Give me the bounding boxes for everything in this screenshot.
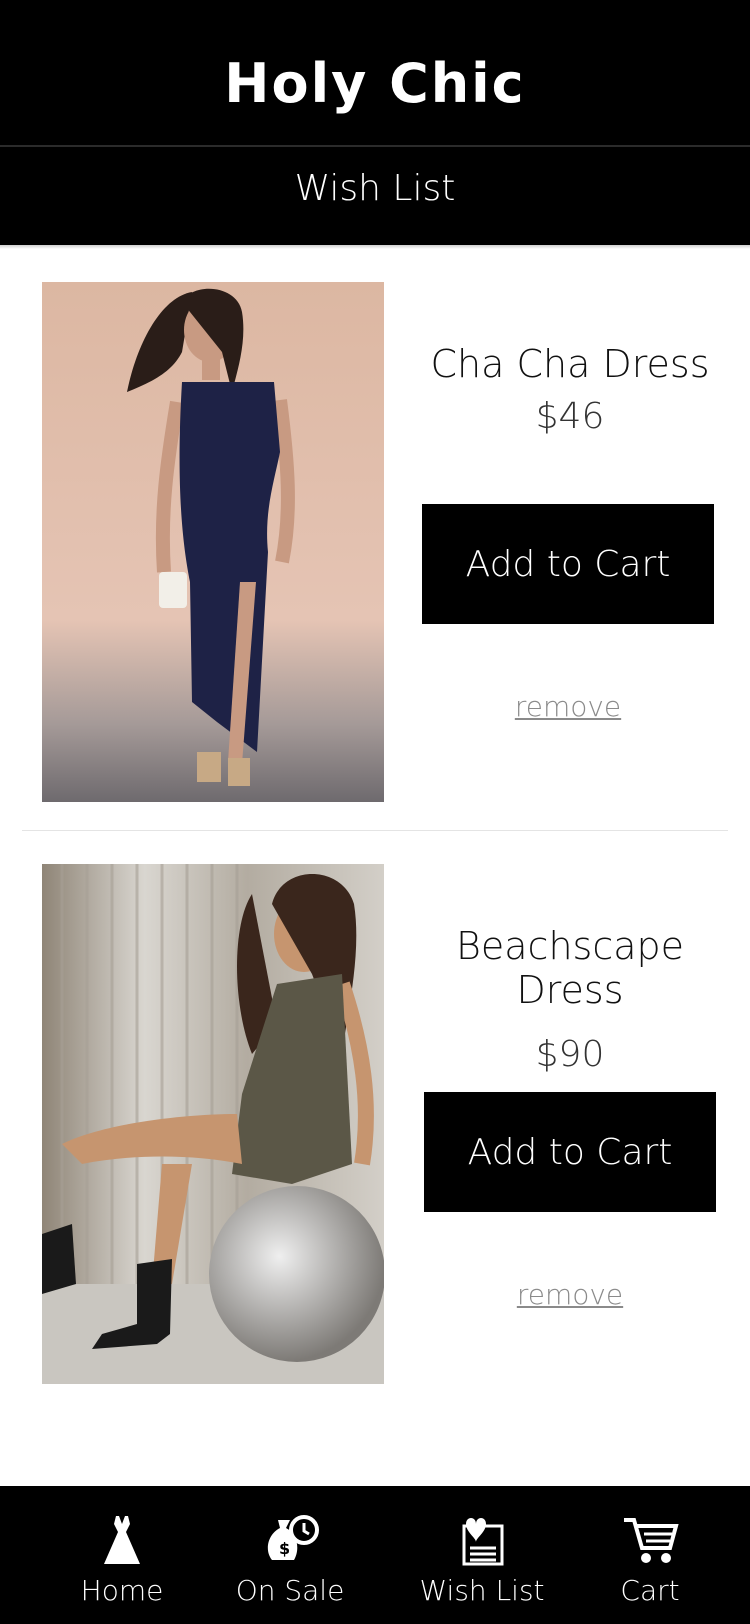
add-to-cart-button[interactable]: Add to Cart	[422, 504, 714, 624]
item-info: Beachscape Dress $90	[400, 924, 740, 1075]
money-bag-clock-icon: $	[267, 1515, 319, 1560]
item-info: Cha Cha Dress $46	[400, 342, 740, 437]
nav-item-wish-list[interactable]: Wish List	[412, 1486, 552, 1624]
add-to-cart-button[interactable]: Add to Cart	[424, 1092, 716, 1212]
nav-item-on-sale[interactable]: $ On Sale	[230, 1486, 350, 1624]
nav-item-cart[interactable]: Cart	[600, 1486, 700, 1624]
beachscape-dress-photo	[42, 864, 384, 1384]
heart-list-icon	[462, 1518, 504, 1566]
nav-label-on-sale: On Sale	[235, 1574, 345, 1607]
nav-label-wish-list: Wish List	[419, 1574, 545, 1607]
item-name[interactable]: Beachscape Dress	[400, 924, 740, 1012]
nav-item-home[interactable]: Home	[62, 1486, 182, 1624]
bottom-nav: Home $ On Sale Wish List Cart	[0, 1486, 750, 1624]
product-image[interactable]	[42, 282, 384, 802]
product-image[interactable]	[42, 864, 384, 1384]
nav-label-cart: Cart	[620, 1574, 680, 1607]
cart-icon	[624, 1518, 679, 1563]
nav-label-home: Home	[80, 1574, 164, 1607]
item-divider	[22, 830, 728, 831]
header-shadow	[0, 245, 750, 249]
page-title: Wish List	[294, 168, 456, 209]
dress-icon	[104, 1516, 140, 1564]
item-price: $90	[535, 1034, 605, 1075]
remove-link[interactable]: remove	[422, 690, 714, 723]
item-price: $46	[535, 396, 605, 437]
item-name[interactable]: Cha Cha Dress	[400, 342, 740, 386]
svg-text:$: $	[279, 1539, 290, 1558]
remove-link[interactable]: remove	[424, 1278, 716, 1311]
cha-cha-dress-photo	[42, 282, 384, 802]
app-title: Holy Chic	[224, 52, 526, 115]
